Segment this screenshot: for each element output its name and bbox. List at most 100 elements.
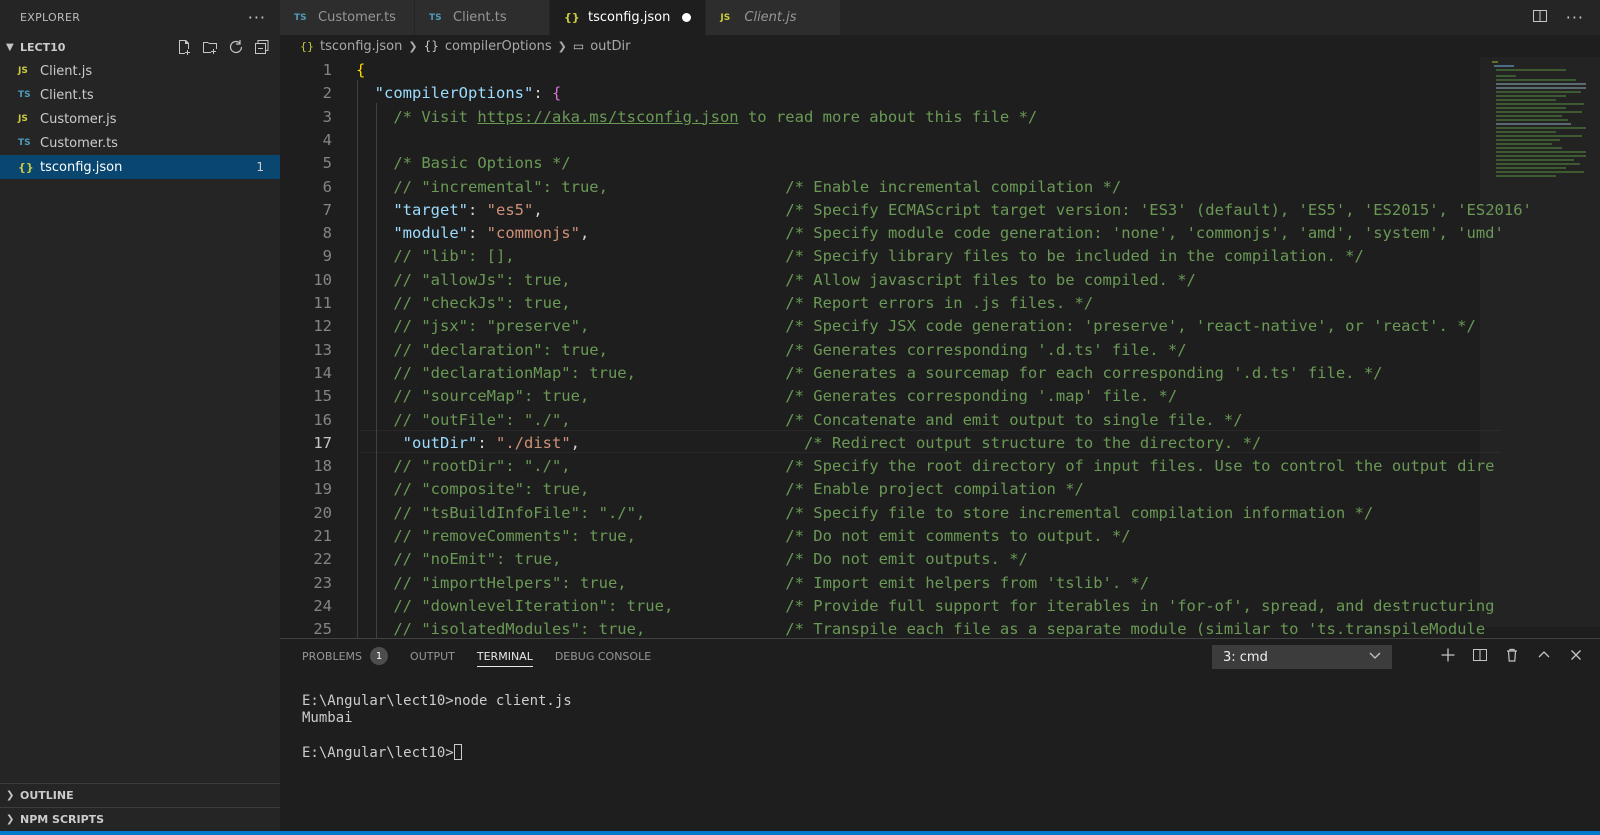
js-file-icon: JS: [720, 12, 731, 23]
tab-label: Client.js: [744, 10, 797, 25]
close-icon[interactable]: [1568, 647, 1584, 667]
more-actions-icon[interactable]: ···: [1566, 8, 1584, 27]
line-number: 24: [313, 596, 332, 615]
file-name: Customer.js: [40, 111, 117, 127]
tab-label: Client.ts: [453, 10, 507, 25]
new-file-icon[interactable]: [176, 39, 192, 55]
code-line: 14 // "declarationMap": true, /* Generat…: [280, 362, 1480, 385]
problem-count-badge: 1: [256, 160, 264, 174]
line-number: 12: [313, 317, 332, 336]
refresh-icon[interactable]: [228, 39, 244, 55]
code-line: 7 "target": "es5", /* Specify ECMAScript…: [280, 199, 1532, 222]
tab-label: OUTPUT: [410, 649, 455, 663]
file-item-client-js[interactable]: JS Client.js: [0, 59, 280, 83]
line-number: 11: [313, 294, 332, 312]
code-line: 6 // "incremental": true, /* Enable incr…: [280, 176, 1480, 199]
tab-label: PROBLEMS: [302, 649, 363, 663]
line-number: 19: [313, 480, 332, 499]
sidebar-bottom-sections: ❯ OUTLINE ❯ NPM SCRIPTS: [0, 783, 280, 831]
chevron-right-icon: ❯: [408, 39, 418, 53]
line-number: 5: [322, 154, 332, 173]
tab-output[interactable]: OUTPUT: [410, 639, 455, 673]
tab-label: DEBUG CONSOLE: [554, 649, 652, 663]
npm-scripts-label: NPM SCRIPTS: [20, 813, 105, 826]
tab-tsconfig-json[interactable]: {} tsconfig.json: [550, 0, 707, 35]
code-line: 5 /* Basic Options */: [280, 152, 1480, 175]
code-line: 25 // "isolatedModules": true, /* Transp…: [280, 618, 1485, 638]
line-number: 14: [313, 363, 332, 382]
line-number: 17: [313, 433, 332, 452]
chevron-right-icon: ❯: [557, 39, 567, 53]
explorer-header: EXPLORER ···: [0, 0, 280, 35]
breadcrumb-file[interactable]: tsconfig.json: [320, 39, 402, 54]
code-line: 1{: [280, 59, 1480, 82]
terminal-select-value: 3: cmd: [1223, 649, 1268, 665]
outline-section[interactable]: ❯ OUTLINE: [0, 783, 280, 807]
file-item-customer-ts[interactable]: TS Customer.ts: [0, 131, 280, 155]
code-line: 22 // "noEmit": true, /* Do not emit out…: [280, 548, 1480, 571]
tab-problems[interactable]: PROBLEMS 1: [302, 639, 389, 673]
explorer-sidebar: EXPLORER ··· ▼ LECT10 JS Client.js TS Cl…: [0, 0, 280, 831]
outline-label: OUTLINE: [20, 789, 74, 802]
json-file-icon: {}: [18, 160, 34, 174]
unsaved-dot-icon[interactable]: [682, 13, 692, 22]
npm-scripts-section[interactable]: ❯ NPM SCRIPTS: [0, 807, 280, 831]
tab-client-js[interactable]: JS Client.js: [706, 0, 842, 35]
breadcrumb-prop[interactable]: outDir: [590, 39, 630, 54]
tab-customer-ts[interactable]: TS Customer.ts: [280, 0, 415, 35]
new-folder-icon[interactable]: [202, 39, 218, 55]
file-item-tsconfig-json[interactable]: {} tsconfig.json 1: [0, 155, 280, 179]
code-line: 24 // "downlevelIteration": true, /* Pro…: [280, 595, 1494, 618]
tab-debug-console[interactable]: DEBUG CONSOLE: [555, 639, 651, 673]
tab-client-ts[interactable]: TS Client.ts: [415, 0, 550, 35]
line-number: 18: [313, 457, 332, 476]
code-line: 15 // "sourceMap": true, /* Generates co…: [280, 385, 1480, 408]
line-number: 21: [313, 527, 332, 545]
breadcrumb: {} tsconfig.json ❯ {} compilerOptions ❯ …: [280, 35, 1600, 57]
line-number: 13: [313, 340, 332, 359]
folder-name: LECT10: [20, 40, 66, 54]
terminal-output[interactable]: E:\Angular\lect10>node client.js Mumbai E…: [302, 693, 572, 762]
explorer-title: EXPLORER: [20, 11, 81, 24]
code-line: 2 "compilerOptions": {: [280, 82, 1480, 105]
code-line: 10 // "allowJs": true, /* Allow javascri…: [280, 269, 1480, 292]
file-name: tsconfig.json: [40, 159, 123, 175]
file-list: JS Client.js TS Client.ts JS Customer.js…: [0, 59, 280, 179]
file-item-client-ts[interactable]: TS Client.ts: [0, 83, 280, 107]
line-number: 2: [322, 84, 332, 103]
tab-terminal[interactable]: TERMINAL: [476, 639, 533, 673]
terminal-prompt-line: E:\Angular\lect10>: [302, 744, 572, 762]
minimap[interactable]: [1488, 59, 1588, 181]
code-line: 20 // "tsBuildInfoFile": "./", /* Specif…: [280, 502, 1480, 525]
code-line: 13 // "declaration": true, /* Generates …: [280, 339, 1480, 362]
split-editor-icon[interactable]: [1532, 8, 1548, 28]
maximize-panel-icon[interactable]: [1536, 647, 1552, 667]
line-number: 8: [322, 224, 332, 243]
file-item-customer-js[interactable]: JS Customer.js: [0, 107, 280, 131]
terminal-line: E:\Angular\lect10>node client.js: [302, 693, 572, 709]
code-line: 19 // "composite": true, /* Enable proje…: [280, 478, 1480, 501]
tab-actions: ···: [1532, 0, 1600, 35]
json-file-icon: {}: [564, 11, 580, 24]
code-line: 9 // "lib": [], /* Specify library files…: [280, 245, 1480, 268]
code-editor[interactable]: 1{ 2 "compilerOptions": { 3 /* Visit htt…: [280, 57, 1600, 638]
folder-section-lect10[interactable]: ▼ LECT10: [0, 35, 280, 59]
trash-icon[interactable]: [1504, 647, 1520, 667]
line-number: 23: [313, 573, 332, 592]
line-number: 22: [313, 550, 332, 569]
breadcrumb-section[interactable]: compilerOptions: [445, 39, 552, 54]
bottom-panel: PROBLEMS 1 OUTPUT TERMINAL DEBUG CONSOLE…: [280, 638, 1600, 831]
terminal-cursor: [453, 744, 462, 760]
problems-count-badge: 1: [370, 647, 389, 665]
terminal-select[interactable]: 3: cmd: [1212, 645, 1392, 669]
code-line-current: 17 "outDir": "./dist", /* Redirect outpu…: [280, 432, 1480, 455]
line-number: 20: [313, 503, 332, 522]
js-file-icon: JS: [18, 66, 28, 76]
plus-icon[interactable]: [1440, 647, 1456, 667]
more-actions-icon[interactable]: ···: [248, 8, 266, 27]
code-line: 23 // "importHelpers": true, /* Import e…: [280, 572, 1480, 595]
split-terminal-icon[interactable]: [1472, 647, 1488, 667]
collapse-all-icon[interactable]: [254, 39, 270, 55]
code-line: 8 "module": "commonjs", /* Specify modul…: [280, 222, 1504, 245]
